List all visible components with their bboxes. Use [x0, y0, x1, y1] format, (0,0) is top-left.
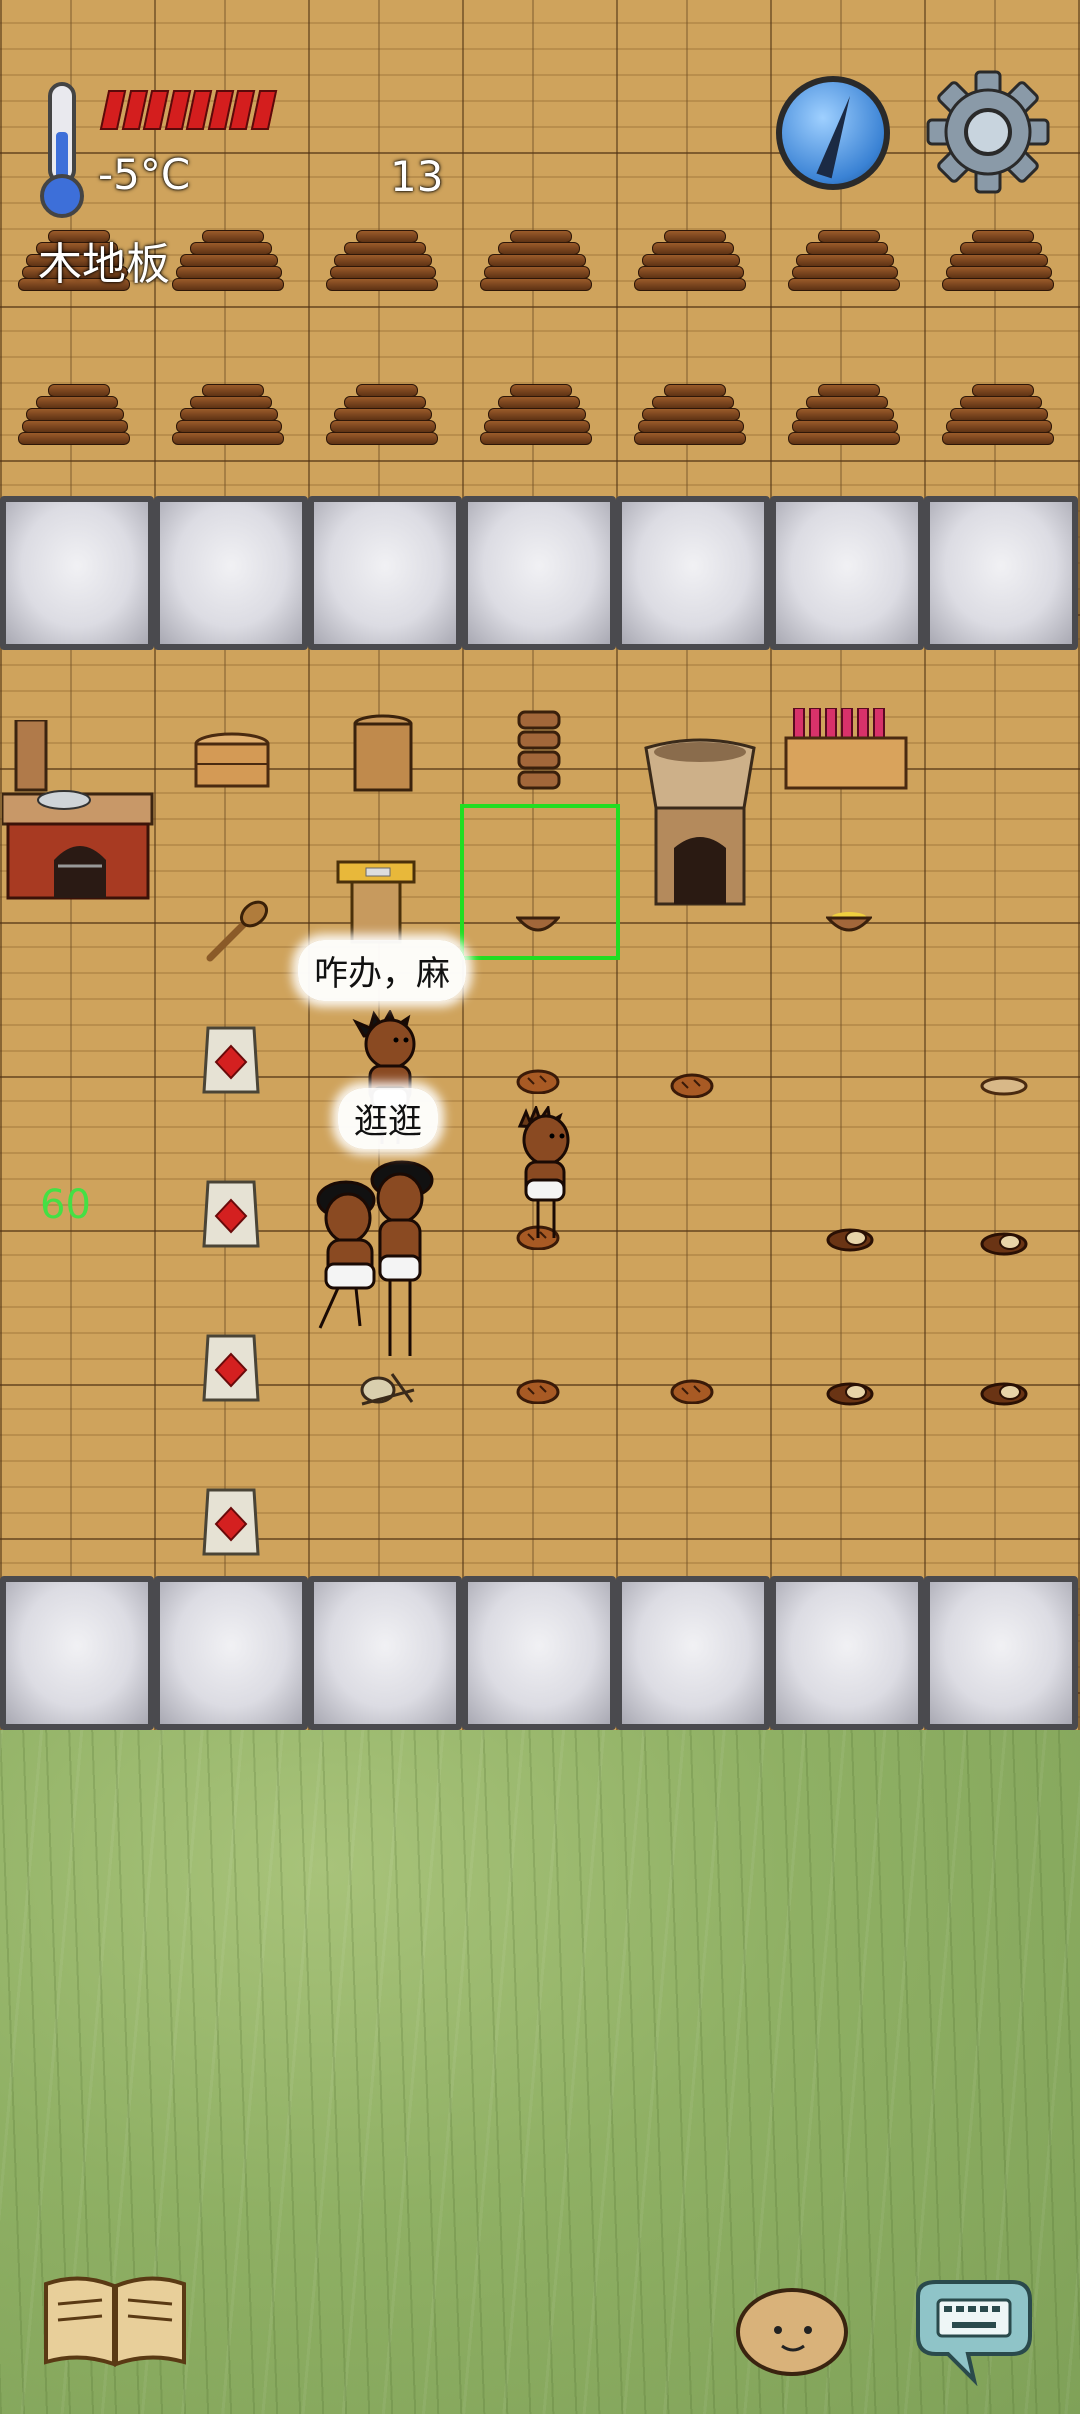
- kiln[interactable]: [640, 738, 760, 908]
- villager-pair[interactable]: [290, 1156, 440, 1366]
- crate-with-red-items[interactable]: [784, 707, 908, 792]
- firewood-pile[interactable]: [480, 384, 592, 454]
- temperature-readout: -5°C: [98, 150, 191, 199]
- flour-sack[interactable]: [202, 1022, 260, 1096]
- sliced-bread[interactable]: [826, 1378, 874, 1410]
- flour-sack[interactable]: [202, 1330, 260, 1404]
- flour-sack[interactable]: [202, 1484, 260, 1558]
- firewood-pile[interactable]: [480, 230, 592, 300]
- bread-loaf[interactable]: [670, 1070, 714, 1102]
- bones-pile[interactable]: [352, 1360, 422, 1410]
- brick-oven[interactable]: [0, 718, 154, 900]
- bowl-of-corn[interactable]: [824, 910, 874, 940]
- book-icon[interactable]: [40, 2270, 190, 2370]
- firewood-pile[interactable]: [326, 384, 438, 454]
- fps-counter: 60: [40, 1182, 91, 1228]
- stacked-bowls[interactable]: [516, 710, 562, 790]
- game-world[interactable]: 咋办，麻 逛逛: [0, 0, 1080, 2414]
- firewood-pile[interactable]: [172, 384, 284, 454]
- bread-loaf[interactable]: [670, 1376, 714, 1408]
- bread-loaf[interactable]: [516, 1066, 560, 1098]
- hovered-tile-name: 木地板: [38, 239, 170, 290]
- age-counter: 13: [390, 152, 444, 201]
- grinding-table[interactable]: [336, 860, 416, 946]
- villager-boy[interactable]: [510, 1103, 580, 1246]
- speech-bubble-1: 咋办，麻: [298, 940, 466, 1001]
- sliced-bread[interactable]: [826, 1224, 874, 1256]
- wooden-spoon[interactable]: [204, 898, 270, 964]
- firewood-pile[interactable]: [634, 384, 746, 454]
- firewood-pile[interactable]: [18, 384, 130, 454]
- clay-basket[interactable]: [192, 730, 272, 794]
- compass-icon[interactable]: [776, 76, 890, 190]
- flatbread[interactable]: [980, 1074, 1028, 1100]
- speech-bubble-2: 逛逛: [338, 1088, 438, 1149]
- sliced-bread[interactable]: [980, 1228, 1028, 1260]
- firewood-pile[interactable]: [942, 384, 1054, 454]
- food-meter: [99, 90, 277, 130]
- stone-wall-row-bottom: [0, 1576, 1080, 1730]
- selection-highlight: [460, 804, 620, 960]
- stone-wall-row-top: [0, 496, 1080, 650]
- face-icon[interactable]: [734, 2282, 850, 2376]
- firewood-pile[interactable]: [634, 230, 746, 300]
- firewood-pile[interactable]: [788, 230, 900, 300]
- gear-icon[interactable]: [926, 70, 1050, 194]
- sliced-bread[interactable]: [980, 1378, 1028, 1410]
- thermometer-icon: [38, 82, 86, 218]
- firewood-pile[interactable]: [942, 230, 1054, 300]
- wooden-bucket[interactable]: [352, 714, 414, 794]
- firewood-pile[interactable]: [172, 230, 284, 300]
- firewood-pile[interactable]: [326, 230, 438, 300]
- firewood-pile[interactable]: [788, 384, 900, 454]
- bread-loaf[interactable]: [516, 1376, 560, 1408]
- keyboard-chat-icon[interactable]: [908, 2276, 1038, 2387]
- flour-sack[interactable]: [202, 1176, 260, 1250]
